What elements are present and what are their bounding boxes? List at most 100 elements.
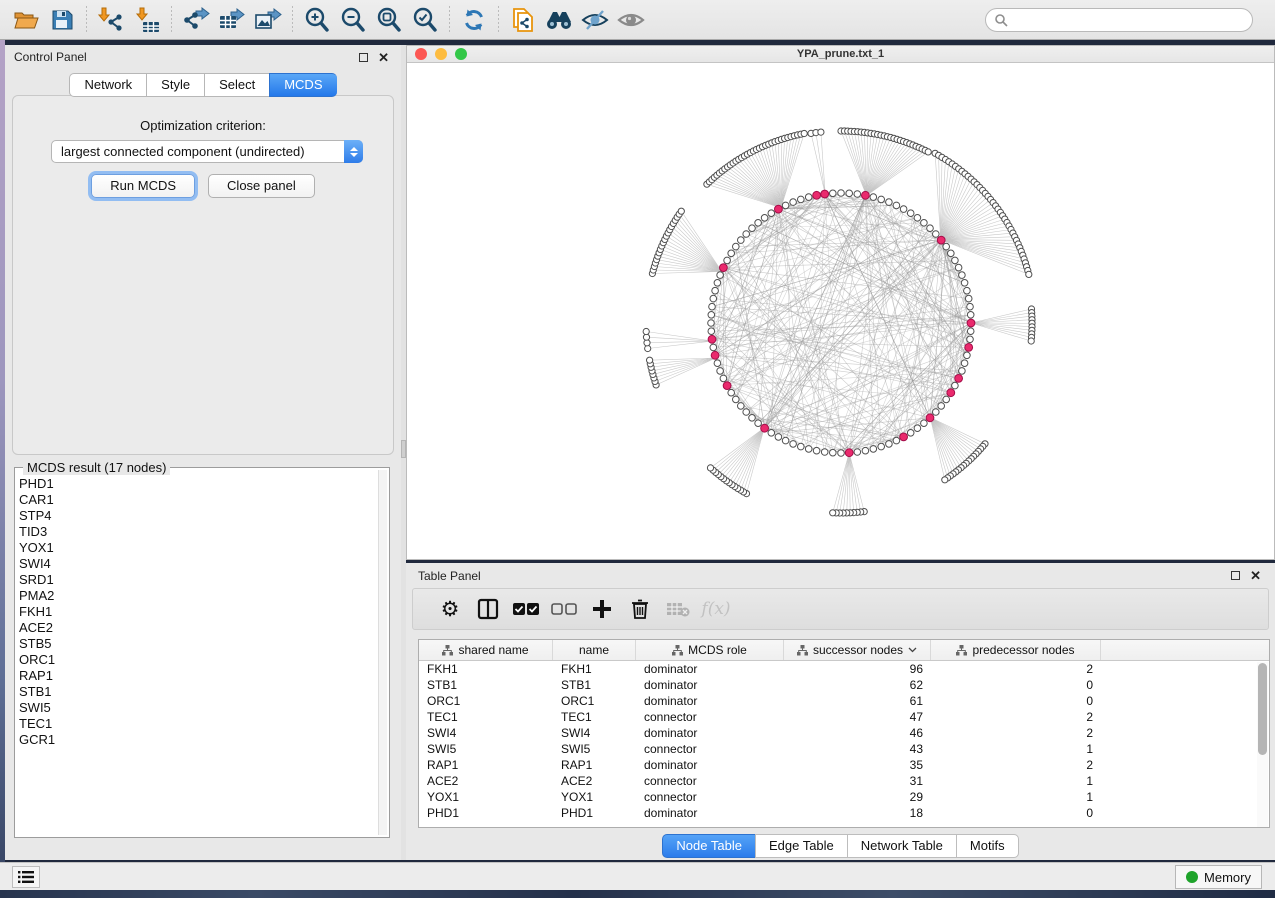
mcds-hub-node[interactable] xyxy=(708,335,716,343)
network-node[interactable] xyxy=(710,344,717,351)
network-node[interactable] xyxy=(790,441,797,448)
network-node[interactable] xyxy=(738,403,745,410)
close-panel-button[interactable]: Close panel xyxy=(208,174,315,198)
table-row[interactable]: ORC1ORC1dominator610 xyxy=(419,693,1269,709)
network-node[interactable] xyxy=(724,257,731,264)
network-node[interactable] xyxy=(846,190,853,197)
network-node[interactable] xyxy=(755,420,762,427)
export-network-icon[interactable] xyxy=(179,4,213,36)
open-folder-icon[interactable] xyxy=(9,4,43,36)
table-row[interactable]: SWI4SWI4dominator462 xyxy=(419,725,1269,741)
mcds-hub-node[interactable] xyxy=(967,319,975,327)
table-row[interactable]: ACE2ACE2connector311 xyxy=(419,773,1269,789)
deselect-all-icon[interactable] xyxy=(545,592,583,626)
table-row[interactable]: TEC1TEC1connector472 xyxy=(419,709,1269,725)
leaf-node[interactable] xyxy=(707,465,713,471)
network-node[interactable] xyxy=(854,191,861,198)
mcds-hub-node[interactable] xyxy=(937,236,945,244)
mcds-result-item[interactable]: PHD1 xyxy=(19,476,377,492)
mcds-result-item[interactable]: RAP1 xyxy=(19,668,377,684)
network-node[interactable] xyxy=(798,443,805,450)
network-node[interactable] xyxy=(952,257,959,264)
network-node[interactable] xyxy=(921,220,928,227)
network-node[interactable] xyxy=(961,280,968,287)
mcds-hub-node[interactable] xyxy=(723,382,731,390)
network-node[interactable] xyxy=(728,389,735,396)
mcds-hub-node[interactable] xyxy=(720,264,728,272)
network-node[interactable] xyxy=(854,449,861,456)
network-node[interactable] xyxy=(738,237,745,244)
mcds-hub-node[interactable] xyxy=(761,424,769,432)
tab-mcds[interactable]: MCDS xyxy=(269,73,336,97)
mcds-result-item[interactable]: CAR1 xyxy=(19,492,377,508)
mcds-result-item[interactable]: FKH1 xyxy=(19,604,377,620)
table-settings-icon[interactable]: ⚙ xyxy=(431,592,469,626)
status-menu-button[interactable] xyxy=(12,866,40,888)
tab-motifs[interactable]: Motifs xyxy=(956,834,1019,858)
network-node[interactable] xyxy=(805,446,812,453)
leaf-node[interactable] xyxy=(678,208,684,214)
network-node[interactable] xyxy=(717,368,724,375)
leaf-node[interactable] xyxy=(1028,338,1034,344)
network-node[interactable] xyxy=(790,199,797,206)
network-node[interactable] xyxy=(893,437,900,444)
mcds-hub-node[interactable] xyxy=(775,205,783,213)
network-node[interactable] xyxy=(709,303,716,310)
tab-network[interactable]: Network xyxy=(69,73,146,97)
mcds-result-item[interactable]: YOX1 xyxy=(19,540,377,556)
import-network-icon[interactable] xyxy=(94,4,128,36)
delete-row-icon[interactable] xyxy=(621,592,659,626)
network-node[interactable] xyxy=(878,196,885,203)
float-panel-icon[interactable] xyxy=(359,53,368,62)
tab-style[interactable]: Style xyxy=(146,73,204,97)
table-row[interactable]: STB1STB1dominator620 xyxy=(419,677,1269,693)
tab-network-table[interactable]: Network Table xyxy=(847,834,956,858)
mcds-hub-node[interactable] xyxy=(821,190,829,198)
zoom-in-icon[interactable] xyxy=(300,4,334,36)
column-header-MCDS-role[interactable]: MCDS role xyxy=(636,640,784,660)
network-node[interactable] xyxy=(959,368,966,375)
network-node[interactable] xyxy=(952,382,959,389)
mcds-hub-node[interactable] xyxy=(926,414,934,422)
network-from-selection-icon[interactable] xyxy=(506,4,540,36)
network-node[interactable] xyxy=(798,196,805,203)
import-table-icon[interactable] xyxy=(130,4,164,36)
network-titlebar[interactable]: YPA_prune.txt_1 xyxy=(407,46,1274,63)
network-node[interactable] xyxy=(720,375,727,382)
network-node[interactable] xyxy=(900,206,907,213)
network-node[interactable] xyxy=(886,441,893,448)
network-canvas[interactable] xyxy=(407,63,1274,559)
leaf-node[interactable] xyxy=(942,477,948,483)
network-node[interactable] xyxy=(782,202,789,209)
network-node[interactable] xyxy=(749,225,756,232)
network-node[interactable] xyxy=(761,215,768,222)
leaf-node[interactable] xyxy=(801,130,807,136)
network-node[interactable] xyxy=(782,437,789,444)
network-node[interactable] xyxy=(830,190,837,197)
tab-edge-table[interactable]: Edge Table xyxy=(755,834,847,858)
float-table-panel-icon[interactable] xyxy=(1231,571,1240,580)
network-node[interactable] xyxy=(768,210,775,217)
network-node[interactable] xyxy=(959,272,966,279)
mcds-hub-node[interactable] xyxy=(711,351,719,359)
network-node[interactable] xyxy=(743,409,750,416)
mcds-result-item[interactable]: STP4 xyxy=(19,508,377,524)
mcds-result-item[interactable]: TID3 xyxy=(19,524,377,540)
network-node[interactable] xyxy=(907,210,914,217)
close-table-panel-icon[interactable]: ✕ xyxy=(1250,571,1261,580)
mcds-result-item[interactable]: SRD1 xyxy=(19,572,377,588)
network-node[interactable] xyxy=(714,360,721,367)
network-node[interactable] xyxy=(813,447,820,454)
network-node[interactable] xyxy=(708,328,715,335)
mcds-hub-node[interactable] xyxy=(813,191,821,199)
network-node[interactable] xyxy=(755,220,762,227)
select-all-icon[interactable] xyxy=(507,592,545,626)
network-node[interactable] xyxy=(907,430,914,437)
network-node[interactable] xyxy=(955,264,962,271)
refresh-icon[interactable] xyxy=(457,4,491,36)
leaf-node[interactable] xyxy=(818,129,824,135)
criterion-dropdown[interactable]: largest connected component (undirected) xyxy=(51,140,363,163)
network-node[interactable] xyxy=(743,231,750,238)
network-node[interactable] xyxy=(965,295,972,302)
network-node[interactable] xyxy=(714,280,721,287)
